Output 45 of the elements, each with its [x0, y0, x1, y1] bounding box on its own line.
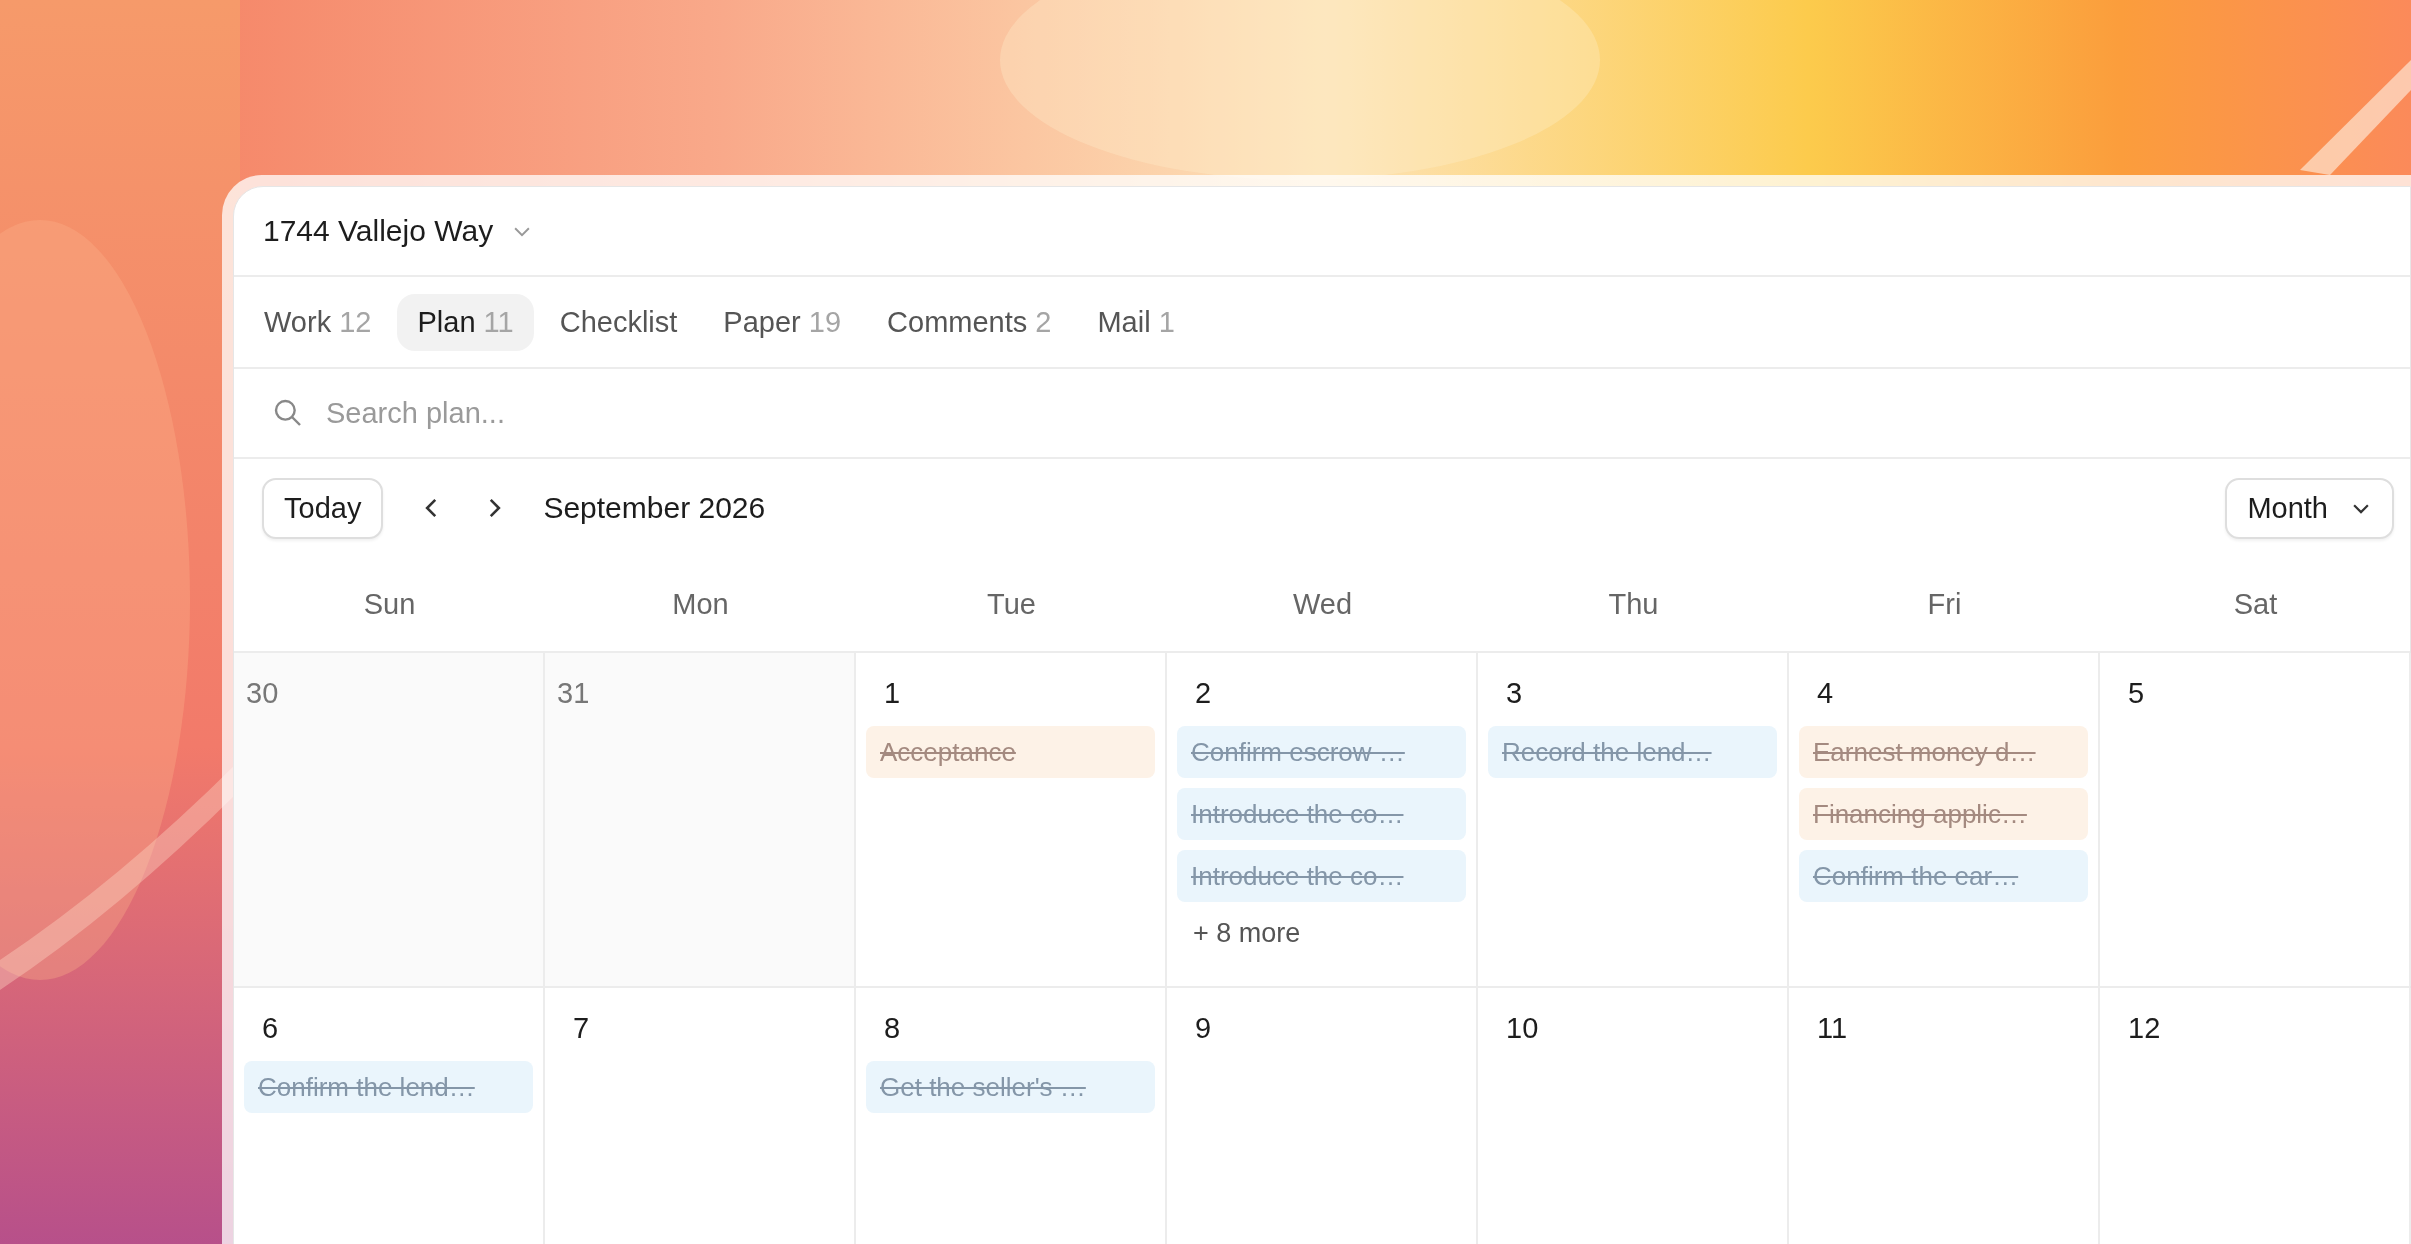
day-number: 10	[1505, 1012, 1540, 1045]
day-number: 6	[261, 1012, 280, 1045]
day-number: 3	[1505, 677, 1524, 710]
day-number: 31	[556, 677, 591, 710]
day-number: 8	[883, 1012, 902, 1045]
day-number: 12	[2127, 1012, 2162, 1045]
day-cell[interactable]: 2 Confirm escrow … Introduce the co… Introduce the co… + 8 more	[1167, 653, 1478, 986]
day-cell[interactable]: 6 Confirm the lend…	[234, 988, 545, 1244]
more-link[interactable]: + 8 more	[1177, 918, 1301, 949]
day-cell[interactable]: 5	[2100, 653, 2411, 986]
day-cell[interactable]: 10	[1478, 988, 1789, 1244]
tab[interactable]: Paper 19	[703, 293, 862, 351]
day-cell[interactable]: 31	[545, 653, 856, 986]
day-cell[interactable]: 11	[1789, 988, 2100, 1244]
day-number: 5	[2127, 677, 2146, 710]
day-number: 4	[1816, 677, 1835, 710]
day-number: 7	[572, 1012, 591, 1045]
weekday-label: Thu	[1607, 587, 1660, 621]
tab[interactable]: Plan 11	[397, 293, 534, 351]
weekday-label: Fri	[1926, 587, 1963, 621]
weekday-label: Sat	[2232, 587, 2279, 621]
weekday-label: Tue	[986, 587, 1037, 621]
day-cell[interactable]: 7	[545, 988, 856, 1244]
day-number: 9	[1194, 1012, 1213, 1045]
day-cell[interactable]: 1 Acceptance	[856, 653, 1167, 986]
day-number: 11	[1816, 1012, 1849, 1045]
project-title: 1744 Vallejo Way	[263, 214, 494, 248]
tab[interactable]: Mail 1	[1077, 293, 1195, 351]
day-cell[interactable]: 30	[234, 653, 545, 986]
day-number: 1	[883, 677, 902, 710]
day-cell[interactable]: 9	[1167, 988, 1478, 1244]
day-cell[interactable]: 12	[2100, 988, 2411, 1244]
month-label: September 2026	[543, 491, 766, 525]
day-number: 2	[1194, 677, 1213, 710]
day-cell[interactable]: 8 Get the seller's …	[856, 988, 1167, 1244]
weekday-label: Sun	[362, 587, 417, 621]
weekday-label: Wed	[1291, 587, 1354, 621]
tab[interactable]: Comments 2	[867, 293, 1072, 351]
tab[interactable]: Work 12	[244, 293, 392, 351]
today-button[interactable]: Today	[262, 477, 384, 539]
tab[interactable]: Checklist	[539, 293, 698, 351]
day-cell[interactable]: 3 Record the lend…	[1478, 653, 1789, 986]
view-dropdown[interactable]: Month	[2225, 477, 2394, 539]
day-number: 30	[245, 677, 280, 710]
weekday-label: Mon	[671, 587, 730, 621]
